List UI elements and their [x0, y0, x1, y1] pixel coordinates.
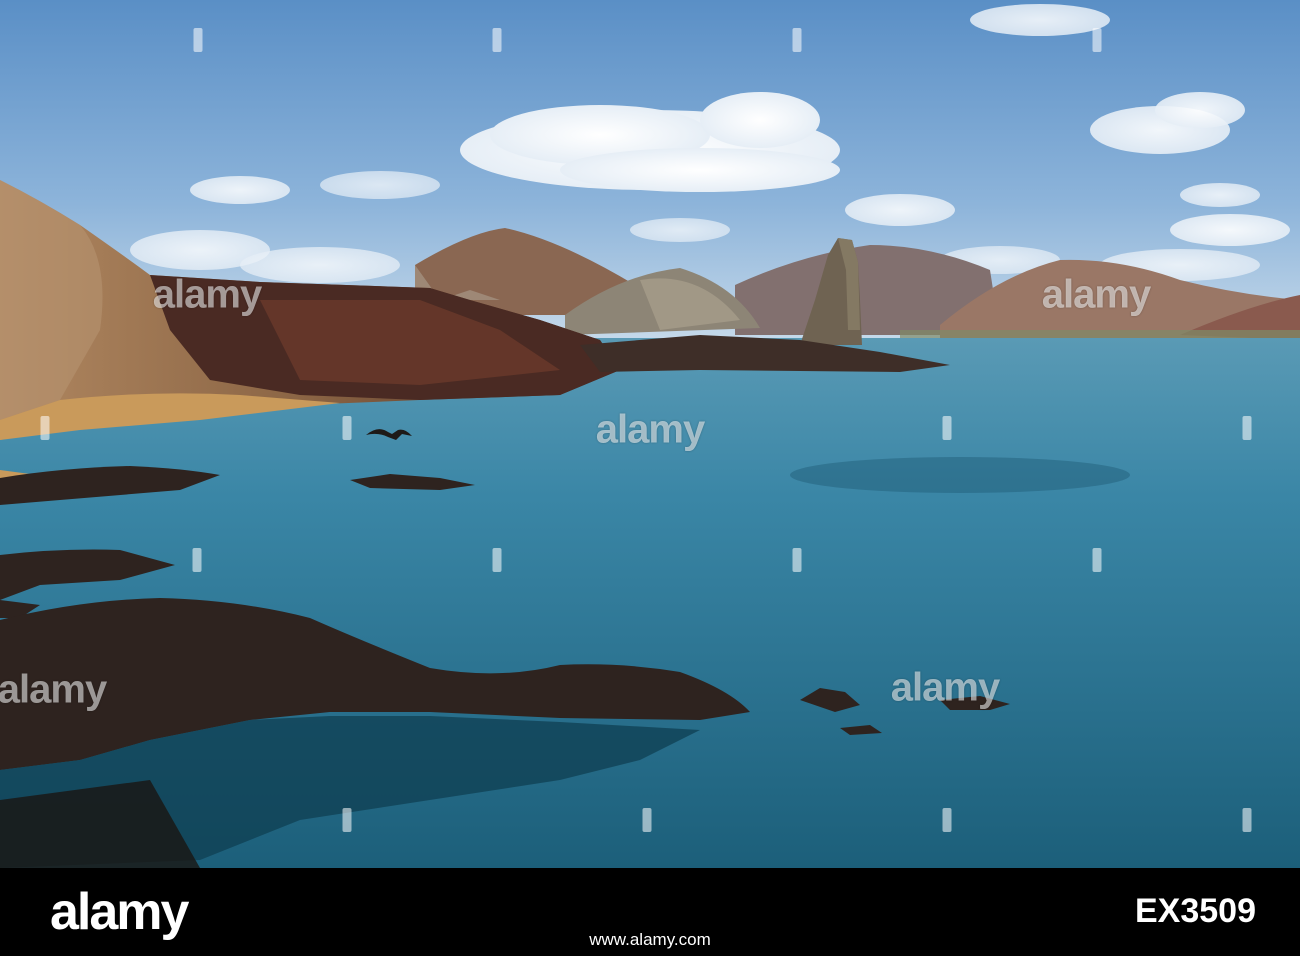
- watermark-mark: [342, 416, 352, 440]
- watermark-mark: [192, 548, 202, 572]
- watermark-mark: [40, 416, 50, 440]
- watermark-mark: [792, 548, 802, 572]
- watermark-mark: [492, 28, 502, 52]
- watermark-text: alamy: [0, 667, 107, 712]
- photo-frame: alamy alamy alamy alamy alamy alamy EX35…: [0, 0, 1300, 956]
- watermark-mark: [1242, 808, 1252, 832]
- watermark-mark: [792, 28, 802, 52]
- watermark-text: alamy: [152, 272, 262, 317]
- watermark-mark: [342, 808, 352, 832]
- watermark-mark: [942, 808, 952, 832]
- footer-bar: alamy EX3509 www.alamy.com: [0, 868, 1300, 956]
- watermark-text: alamy: [595, 407, 705, 452]
- watermark-mark: [942, 416, 952, 440]
- watermark-mark: [642, 808, 652, 832]
- watermark-text: alamy: [890, 665, 1000, 710]
- watermark-mark: [1092, 28, 1102, 52]
- watermark-mark: [1242, 416, 1252, 440]
- watermark-mark: [193, 28, 203, 52]
- fish-school: [790, 457, 1130, 493]
- watermark-mark: [492, 548, 502, 572]
- site-url: www.alamy.com: [589, 930, 711, 949]
- watermark-text: alamy: [1041, 272, 1151, 317]
- alamy-logo: alamy: [50, 883, 189, 941]
- image-id: EX3509: [1135, 892, 1256, 930]
- watermark-mark: [1092, 548, 1102, 572]
